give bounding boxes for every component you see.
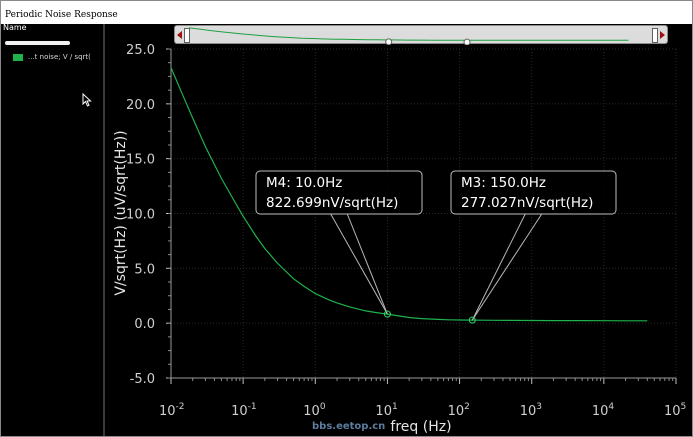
waveform-window: Periodic Noise Response Name ...t noise;… bbox=[0, 0, 693, 437]
marker-label: M3: 150.0Hz bbox=[461, 175, 546, 191]
y-tick-label: 15.0 bbox=[126, 153, 155, 168]
marker-value: 277.027nV/sqrt(Hz) bbox=[461, 195, 593, 211]
y-axis-title: V/sqrt(Hz) (uV/sqrt(Hz)) bbox=[113, 130, 129, 295]
y-axis: -5.0 0.0 5.0 10.0 15.0 20.0 25.0 bbox=[126, 43, 172, 387]
noise-response-chart[interactable]: -5.00.05.010.015.020.025.0 10-2 10-1 100 10… bbox=[1, 1, 692, 436]
y-tick-label: 25.0 bbox=[126, 43, 155, 58]
marker-value: 822.699nV/sqrt(Hz) bbox=[266, 195, 398, 211]
y-tick-label: -5.0 bbox=[130, 372, 155, 387]
x-tick-label: 101 bbox=[375, 402, 397, 419]
marker-label: M4: 10.0Hz bbox=[266, 175, 342, 191]
watermark-text: bbs.eetop.cn bbox=[312, 421, 385, 432]
x-tick-label: 104 bbox=[592, 402, 615, 419]
x-tick-label: 105 bbox=[664, 402, 686, 419]
y-tick-label: 5.0 bbox=[134, 262, 155, 277]
y-tick-label: 10.0 bbox=[126, 208, 155, 223]
x-tick-label: 100 bbox=[303, 402, 326, 419]
x-tick-label: 10-1 bbox=[231, 402, 257, 419]
y-tick-label: 20.0 bbox=[126, 98, 155, 113]
x-axis: 10-2 10-1 100 101 102 103 104 105 bbox=[159, 377, 686, 419]
y-tick-label: 0.0 bbox=[134, 317, 155, 332]
x-tick-label: 103 bbox=[520, 402, 542, 419]
x-tick-label: 102 bbox=[448, 402, 470, 419]
x-tick-label: 10-2 bbox=[159, 402, 185, 419]
x-axis-title: freq (Hz) bbox=[390, 419, 451, 435]
